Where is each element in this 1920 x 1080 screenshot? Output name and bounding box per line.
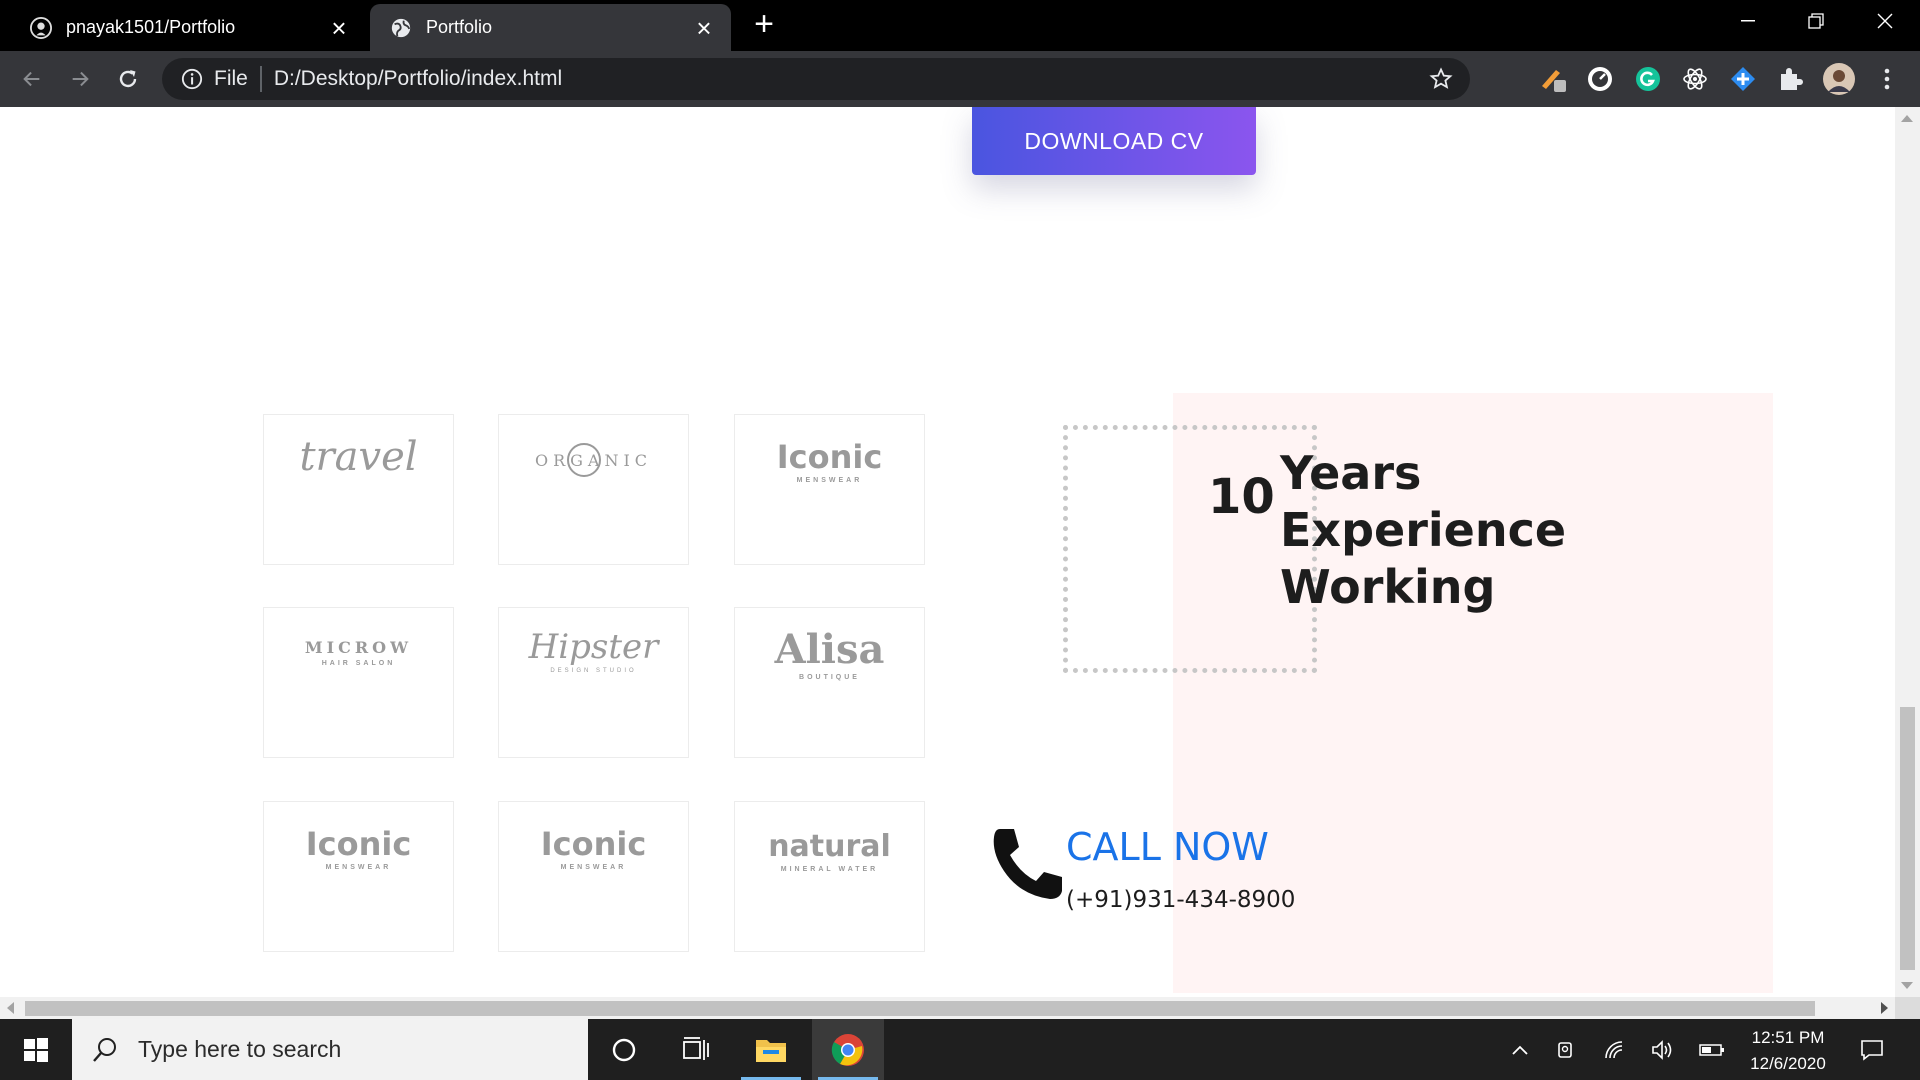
logo-text: Iconic [540,825,647,863]
bookmark-star-icon[interactable] [1424,62,1458,96]
system-clock[interactable]: 12:51 PM 12/6/2020 [1738,1025,1838,1077]
restore-icon[interactable] [1785,0,1847,42]
search-icon [90,1035,120,1065]
logo-text: natural [768,829,891,864]
pen-extension-icon[interactable] [1538,64,1568,94]
github-icon [30,16,52,39]
forward-icon[interactable] [60,59,100,99]
vertical-scrollbar[interactable] [1895,107,1920,997]
info-icon[interactable] [180,67,204,91]
profile-avatar[interactable] [1822,62,1856,96]
client-logo-alisa: Alisa BOUTIQUE [734,607,925,758]
browser-toolbar: File D:/Desktop/Portfolio/index.html [0,51,1920,107]
clock-time: 12:51 PM [1751,1028,1825,1047]
battery-icon[interactable] [1696,1019,1728,1080]
browser-title-bar: pnayak1501/Portfolio × Portfolio × + [0,0,1920,51]
client-logo-hipster: Hipster DESIGN STUDIO [498,607,689,758]
url-text[interactable]: D:/Desktop/Portfolio/index.html [274,67,1424,91]
years-number: 10 [1208,469,1275,525]
scroll-right-arrow-icon[interactable] [1881,1002,1888,1014]
show-hidden-icons-icon[interactable] [1505,1019,1535,1080]
client-logo-iconic: Iconic MENSWEAR [498,801,689,952]
logo-text: travel [299,434,418,480]
globe-icon [390,17,412,39]
experience-line-1: Years [1280,446,1422,500]
logo-subtext: MINERAL WATER [780,866,879,873]
grammarly-icon[interactable] [1633,64,1663,94]
logo-text: Alisa [774,626,885,673]
extensions-puzzle-icon[interactable] [1775,64,1805,94]
dotted-frame [1063,425,1317,673]
logo-subtext: DESIGN STUDIO [550,668,637,674]
windows-taskbar: Type here to search 12:51 PM 12/6/2020 [0,1019,1920,1080]
scrollbar-corner [1895,997,1920,1019]
close-tab-icon[interactable]: × [689,13,719,43]
logo-text: Iconic [776,438,883,476]
minimize-icon[interactable] [1717,0,1779,42]
new-tab-button[interactable]: + [746,6,782,42]
speedometer-extension-icon[interactable] [1585,64,1615,94]
phone-number: (+91)931-434-8900 [1066,887,1296,913]
scheme-label: File [214,67,248,90]
tab-title: pnayak1501/Portfolio [66,17,236,37]
close-window-icon[interactable] [1854,0,1916,42]
menu-kebab-icon[interactable] [1874,64,1900,94]
logo-subtext: BOUTIQUE [799,674,860,681]
logo-subtext: MENSWEAR [796,477,863,484]
client-logo-travel: travel [263,414,454,565]
logo-subtext: MENSWEAR [560,864,627,871]
tab-title: Portfolio [426,17,493,37]
experience-text: Years Experience Working [1280,445,1566,616]
logo-text: MICROW [304,638,413,657]
reload-icon[interactable] [108,59,148,99]
plus-extension-icon[interactable] [1728,64,1758,94]
file-explorer-icon[interactable] [735,1019,807,1080]
download-cv-button[interactable]: DOWNLOAD CV [972,107,1256,175]
chrome-taskbar-icon[interactable] [812,1019,884,1080]
horizontal-scrollbar[interactable] [0,997,1895,1019]
tab-portfolio[interactable]: Portfolio × [370,4,731,51]
logo-text: Hipster [528,627,659,667]
client-logo-iconic: Iconic MENSWEAR [263,801,454,952]
back-icon[interactable] [12,59,52,99]
client-logo-iconic: Iconic MENSWEAR [734,414,925,565]
horizontal-scroll-thumb[interactable] [25,1001,1815,1016]
tab-github-portfolio[interactable]: pnayak1501/Portfolio × [10,4,366,51]
meet-now-icon[interactable] [1552,1019,1582,1080]
taskbar-search-box[interactable]: Type here to search [72,1019,588,1080]
client-logo-organic: ORGANIC [498,414,689,565]
scroll-left-arrow-icon[interactable] [7,1002,14,1014]
logo-subtext: MENSWEAR [325,864,392,871]
task-view-icon[interactable] [660,1019,732,1080]
close-tab-icon[interactable]: × [324,13,354,43]
logo-subtext: HAIR SALON [321,660,396,667]
cortana-icon[interactable] [588,1019,660,1080]
volume-icon[interactable] [1648,1019,1678,1080]
client-logo-microw: MICROW HAIR SALON [263,607,454,758]
notification-center-icon[interactable] [1852,1019,1892,1080]
phone-icon [993,829,1062,899]
call-now-link[interactable]: CALL NOW [1066,825,1269,869]
address-bar[interactable]: File D:/Desktop/Portfolio/index.html [162,58,1470,100]
page-viewport: DOWNLOAD CV 10 Years Experience Working … [0,107,1895,997]
organic-ring-icon [566,443,601,477]
address-divider [259,66,262,92]
clock-date: 12/6/2020 [1750,1054,1826,1073]
react-devtools-icon[interactable] [1680,64,1710,94]
logo-text: Iconic [305,825,412,863]
vertical-scroll-thumb[interactable] [1900,707,1915,970]
wifi-icon[interactable] [1600,1019,1630,1080]
search-placeholder: Type here to search [138,1036,342,1062]
experience-line-2: Experience [1280,503,1567,557]
windows-start-icon[interactable] [0,1019,72,1080]
experience-line-3: Working [1280,560,1496,614]
scroll-up-arrow-icon[interactable] [1901,115,1913,122]
client-logo-natural: natural MINERAL WATER [734,801,925,952]
scroll-down-arrow-icon[interactable] [1901,982,1913,989]
